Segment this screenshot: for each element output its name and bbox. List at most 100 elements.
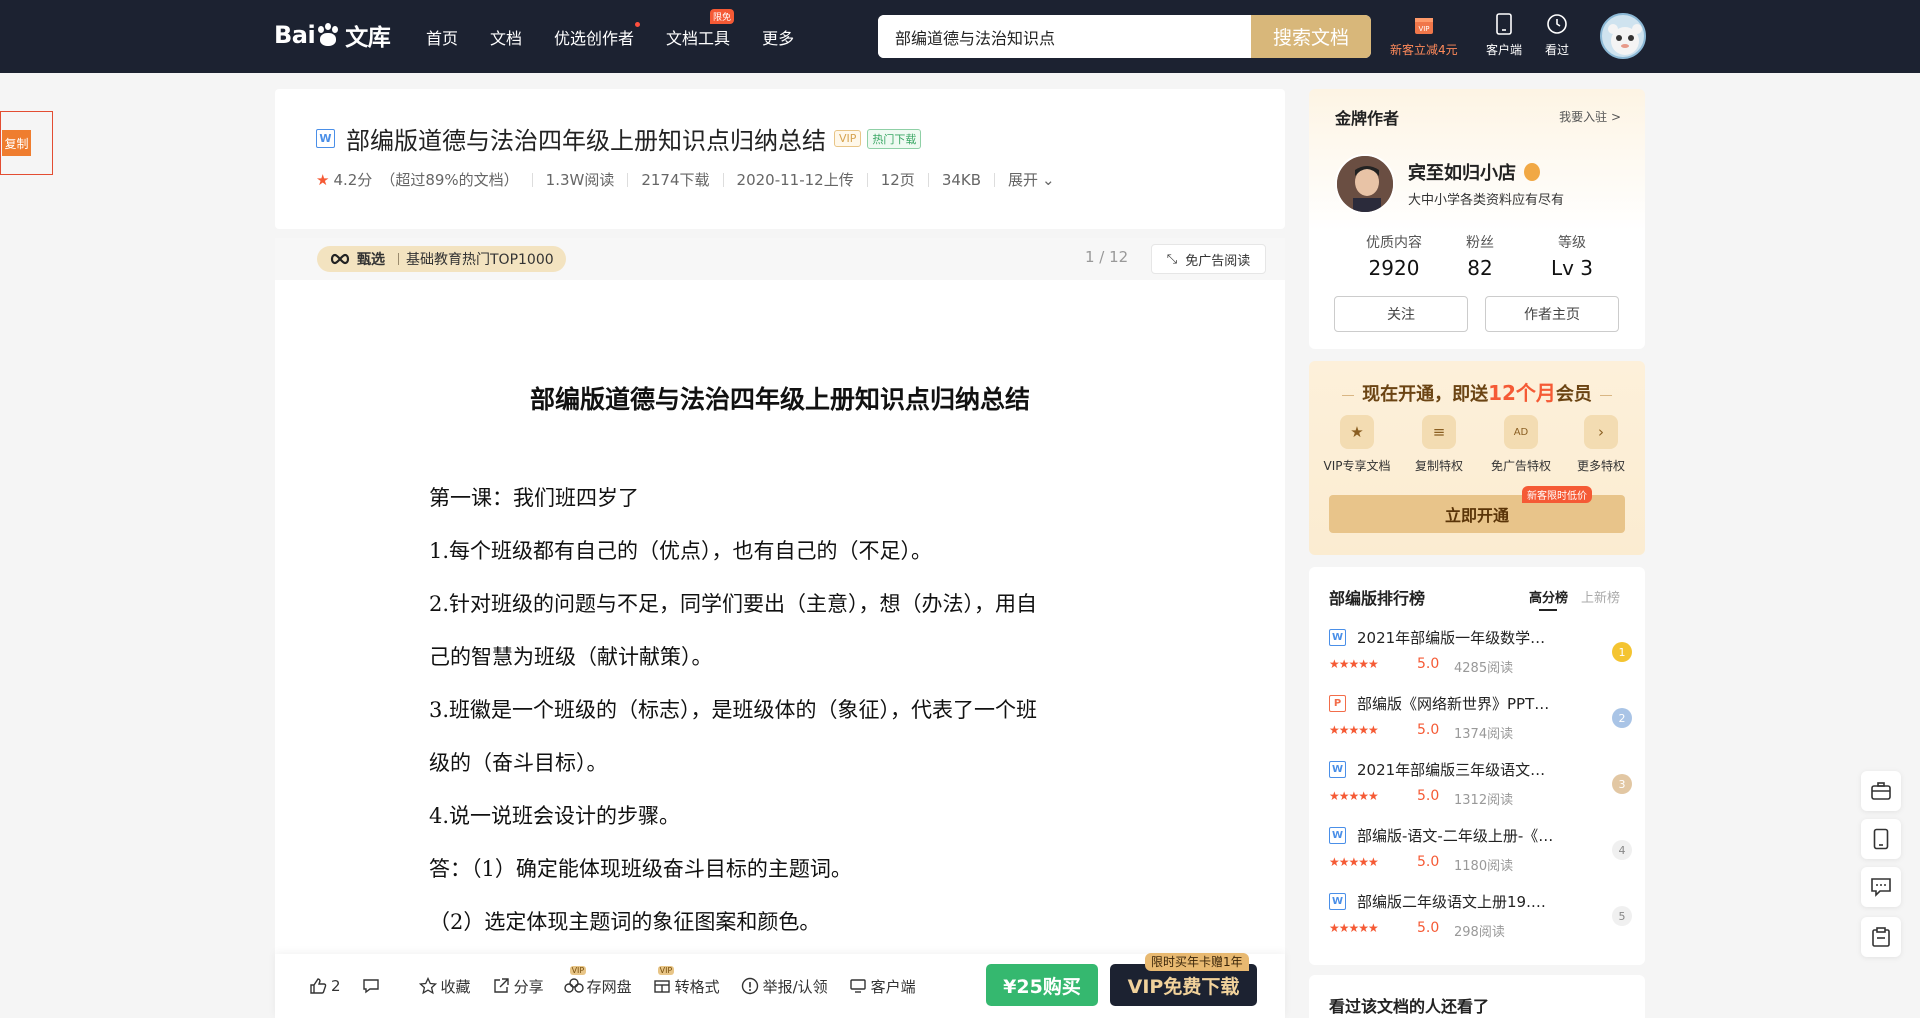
ranking-item[interactable]: W 部编版-语文-二年级上册-《… ★★★★★ 5.0 1180阅读 4 [1329,823,1632,883]
content-line: 3.班徽是一个班级的（标志），是班级体的（象征），代表了一个班 [429,698,1038,722]
nav-home[interactable]: 首页 [426,25,458,49]
logo-text-bai: Bai [274,21,316,49]
ranking-item[interactable]: W 部编版二年级语文上册19.… ★★★★★ 5.0 298阅读 5 [1329,889,1632,949]
author-name[interactable]: 宾至如归小店 [1408,159,1516,185]
ranking-item[interactable]: W 2021年部编版一年级数学… ★★★★★ 5.0 4285阅读 1 [1329,625,1632,685]
rank-badge: 4 [1612,840,1632,860]
doc-upload-date: 2020-11-12上传 [736,171,854,189]
ranking-title: 部编版排行榜 [1329,589,1426,608]
briefcase-icon [1871,782,1891,800]
rating-stars: ★★★★★ [1329,657,1379,671]
newcomer-promo[interactable]: VIP 新客立减4元 [1390,12,1458,58]
perk-vip-docs[interactable]: ★ VIP专享文档 [1317,415,1397,474]
paw-icon [316,23,342,47]
report-label: 举报/认领 [762,977,828,996]
rating-stars: ★★★★★ [1329,921,1379,935]
expand-button[interactable]: 展开 ⌄ [1008,169,1055,190]
ad-free-read-button[interactable]: ⤡ 免广告阅读 [1151,244,1266,274]
like-button[interactable]: 2 [308,976,341,996]
like-count: 2 [331,977,341,995]
author-stat-content: 优质内容 2920 [1349,232,1439,280]
tab-new[interactable]: 上新榜 [1581,587,1620,606]
svg-text:VIP: VIP [1418,25,1429,33]
author-section-title: 金牌作者 [1335,109,1400,128]
ranking-reads: 1180阅读 [1454,859,1514,874]
ranking-reads: 1312阅读 [1454,793,1514,808]
nav-more[interactable]: 更多 [762,25,794,49]
vip-open-tag: 新客限时低价 [1522,486,1592,503]
join-link[interactable]: 我要入驻 > [1559,108,1621,125]
doc-header: W 部编版道德与法治四年级上册知识点归纳总结 VIP 热门下载 ★ 4.2分 （… [275,89,1285,229]
divider [627,172,629,187]
report-button[interactable]: 举报/认领 [740,976,828,997]
client-button[interactable]: 客户端 [848,976,916,997]
word-file-icon: W [1329,629,1346,646]
gift-icon: VIP [1412,12,1436,36]
nav-tools[interactable]: 文档工具 限免 [666,8,735,49]
divider [866,172,868,187]
main-nav: 首页 文档 优选创作者 文档工具 限免 更多 [426,0,826,73]
nav-creators[interactable]: 优选创作者 [554,21,641,49]
alert-icon [740,976,760,996]
new-dot [635,21,641,27]
expand-arrows-icon: ⤡ [1166,251,1178,267]
save-to-disk-button[interactable]: VIP 存网盘 [563,965,632,997]
comment-icon [361,976,381,996]
free-badge: 限免 [710,8,735,24]
toolbox-float-button[interactable] [1861,771,1901,811]
vip-head-text: 现在开通，即送 [1362,384,1489,405]
search-button[interactable]: 搜索文档 [1251,15,1371,58]
content-line: 己的智慧为班级（献计献策）。 [429,645,713,669]
star-icon: ★ [316,170,330,189]
curated-brand: 甄选 [357,252,385,268]
buy-button[interactable]: ¥25购买 [986,964,1098,1006]
nav-docs[interactable]: 文档 [490,25,522,49]
nav-home-label: 首页 [426,28,459,48]
chat-icon [1871,878,1891,897]
divider [994,172,996,187]
doc-reads: 1.3W阅读 [545,171,615,189]
copy-label: 复制 [2,130,31,156]
author-homepage-button[interactable]: 作者主页 [1485,296,1619,332]
doc-action-bar: 2 收藏 分享 VIP 存网盘 VIP 转格式 举报/认领 客户端 ¥25购买 … [275,953,1285,1018]
ranking-card: 部编版排行榜 高分榜 上新榜 W 2021年部编版一年级数学… ★★★★★ 5.… [1309,567,1645,965]
ranking-item[interactable]: W 2021年部编版三年级语文… ★★★★★ 5.0 1312阅读 3 [1329,757,1632,817]
stat-label: 等级 [1558,235,1586,251]
clipboard-float-button[interactable] [1861,917,1901,957]
ranking-score: 5.0 [1417,788,1440,804]
tab-top-rated[interactable]: 高分榜 [1529,587,1568,611]
content-line: 4.说一说班会设计的步骤。 [429,804,681,828]
collect-button[interactable]: 收藏 [418,976,471,997]
share-button[interactable]: 分享 [491,976,544,997]
divider [531,172,533,187]
perk-no-ads[interactable]: AD 免广告特权 [1481,415,1561,474]
convert-format-button[interactable]: VIP 转格式 [652,965,720,997]
vip-head-text-end: 会员 [1555,384,1592,405]
word-file-icon: W [316,129,335,148]
divider [1342,394,1355,396]
divider [722,172,724,187]
clock-icon [1545,12,1569,36]
perk-more[interactable]: › 更多特权 [1561,415,1641,474]
content-line: 1.每个班级都有自己的（优点），也有自己的（不足）。 [429,539,933,563]
vip-promo-card: 现在开通，即送12个月会员 ★ VIP专享文档 ≡ 复制特权 AD 免广告特权 … [1309,361,1645,555]
nav-docs-label: 文档 [490,28,523,48]
copy-helper[interactable]: 复制 [0,111,53,175]
follow-button[interactable]: 关注 [1334,296,1468,332]
comment-button[interactable] [361,976,384,996]
user-avatar[interactable] [1600,13,1646,59]
curated-tag: 基础教育热门TOP1000 [406,252,554,268]
divider [1599,394,1612,396]
curated-badge[interactable]: 甄选 基础教育热门TOP1000 [317,246,566,272]
feedback-float-button[interactable] [1861,867,1901,907]
search-input[interactable] [878,15,1251,58]
stat-label: 优质内容 [1366,235,1422,251]
baidu-wenku-logo[interactable]: Bai 文库 [274,10,391,60]
author-avatar[interactable] [1335,154,1395,214]
client-download[interactable]: 客户端 [1486,12,1522,58]
mobile-float-button[interactable] [1861,819,1901,859]
ranking-item[interactable]: P 部编版《网络新世界》PPT… ★★★★★ 5.0 1374阅读 2 [1329,691,1632,751]
history[interactable]: 看过 [1545,12,1569,58]
perk-copy[interactable]: ≡ 复制特权 [1399,415,1479,474]
ranking-score: 5.0 [1417,854,1440,870]
